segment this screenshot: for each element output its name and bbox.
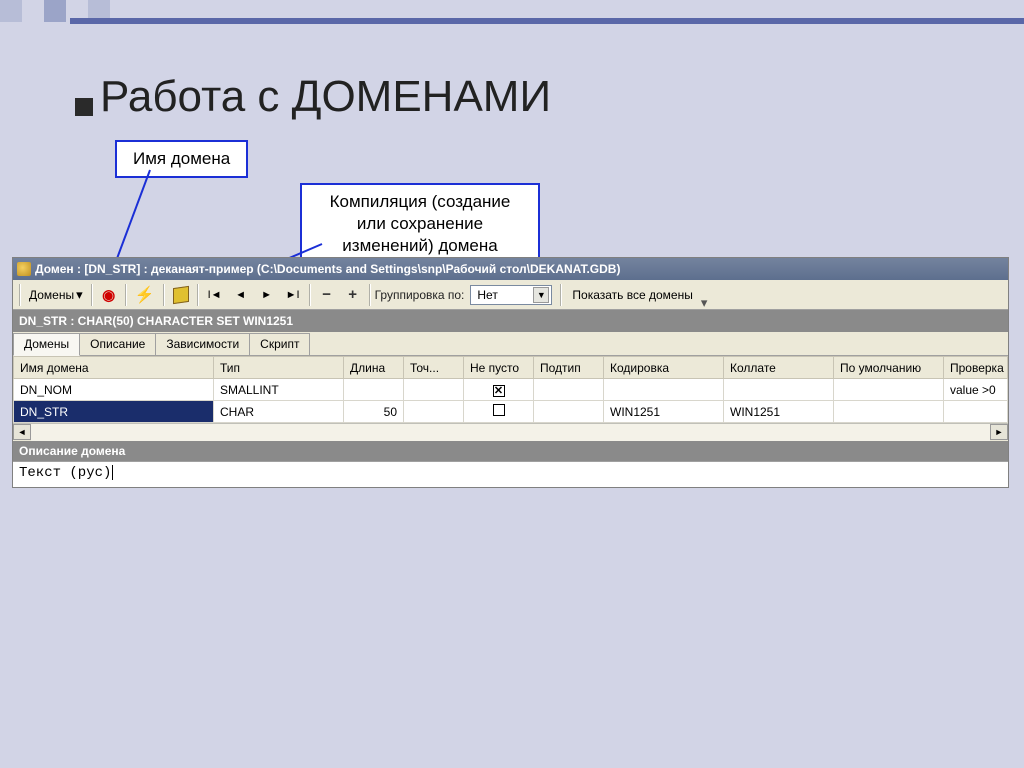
toolbar: Домены ▾ ◉ ⚡ I◄ ◄ ► ►I − + Группировка п… <box>13 280 1008 310</box>
cell[interactable] <box>534 379 604 401</box>
domains-dropdown-label: Домены <box>29 288 74 302</box>
cell[interactable] <box>834 379 944 401</box>
cell[interactable] <box>604 379 724 401</box>
compile-button[interactable]: ⚡ <box>131 283 159 307</box>
cell[interactable]: WIN1251 <box>604 401 724 423</box>
object-button[interactable] <box>169 283 193 307</box>
minus-icon: − <box>322 286 331 303</box>
plus-icon: + <box>348 286 357 303</box>
cell[interactable] <box>834 401 944 423</box>
add-button[interactable]: + <box>341 283 365 307</box>
description-textarea[interactable]: Текст (рус) <box>13 461 1008 487</box>
col-precision[interactable]: Точ... <box>404 357 464 379</box>
col-collate[interactable]: Коллате <box>724 357 834 379</box>
domains-dropdown-button[interactable]: Домены ▾ <box>25 283 87 307</box>
table-row[interactable]: DN_STRCHAR50 WIN1251WIN1251 <box>14 401 1008 423</box>
group-by-value: Нет <box>477 288 527 302</box>
checkbox-icon[interactable]: ✕ <box>493 385 505 397</box>
decoration-bullet <box>75 98 93 116</box>
col-name[interactable]: Имя домена <box>14 357 214 379</box>
cell[interactable] <box>944 401 1008 423</box>
nav-last-button[interactable]: ►I <box>281 283 305 307</box>
nav-prev-button[interactable]: ◄ <box>229 283 253 307</box>
scroll-right-icon[interactable]: ► <box>990 424 1008 440</box>
cell[interactable] <box>404 379 464 401</box>
chevron-down-icon: ▼ <box>533 287 549 303</box>
col-check[interactable]: Проверка <box>944 357 1008 379</box>
group-by-label: Группировка по: <box>375 288 465 302</box>
description-text: Текст (рус) <box>19 465 111 481</box>
domain-summary-strip: DN_STR : CHAR(50) CHARACTER SET WIN1251 <box>13 310 1008 332</box>
text-caret <box>112 465 113 480</box>
alert-button[interactable]: ◉ <box>97 283 121 307</box>
scroll-left-icon[interactable]: ◄ <box>13 424 31 440</box>
cell[interactable]: 50 <box>344 401 404 423</box>
table-row[interactable]: DN_NOMSMALLINT ✕ value >0 <box>14 379 1008 401</box>
tab-script[interactable]: Скрипт <box>249 333 310 355</box>
domain-window: Домен : [DN_STR] : деканаят-пример (C:\D… <box>12 257 1009 488</box>
decoration-stripe <box>70 18 1024 24</box>
show-all-label: Показать все домены <box>572 288 692 302</box>
nav-first-button[interactable]: I◄ <box>203 283 227 307</box>
window-titlebar: Домен : [DN_STR] : деканаят-пример (C:\D… <box>13 258 1008 280</box>
cell[interactable]: ✕ <box>464 379 534 401</box>
cell[interactable] <box>404 401 464 423</box>
tab-description[interactable]: Описание <box>79 333 156 355</box>
show-all-domains-button[interactable]: Показать все домены <box>566 283 698 307</box>
domains-table[interactable]: Имя домена Тип Длина Точ... Не пусто Под… <box>13 356 1008 423</box>
tab-domains[interactable]: Домены <box>13 333 80 356</box>
domain-icon <box>17 262 31 276</box>
chevron-down-icon: ▾ <box>76 288 83 301</box>
exclamation-icon: ◉ <box>102 286 115 304</box>
tab-dependencies[interactable]: Зависимости <box>155 333 250 355</box>
cell[interactable]: CHAR <box>214 401 344 423</box>
description-label: Описание домена <box>13 441 1008 461</box>
last-icon: ►I <box>286 289 300 301</box>
nav-next-button[interactable]: ► <box>255 283 279 307</box>
overflow-icon[interactable]: ▾ <box>701 296 708 309</box>
callout-domain-name: Имя домена <box>115 140 248 178</box>
cube-icon <box>173 285 189 303</box>
col-type[interactable]: Тип <box>214 357 344 379</box>
tabstrip: Домены Описание Зависимости Скрипт <box>13 332 1008 356</box>
next-icon: ► <box>261 289 272 301</box>
checkbox-icon[interactable] <box>493 404 505 416</box>
cell[interactable]: SMALLINT <box>214 379 344 401</box>
scroll-track[interactable] <box>31 424 990 441</box>
cell[interactable] <box>534 401 604 423</box>
cell[interactable]: DN_NOM <box>14 379 214 401</box>
col-encoding[interactable]: Кодировка <box>604 357 724 379</box>
col-length[interactable]: Длина <box>344 357 404 379</box>
col-notnull[interactable]: Не пусто <box>464 357 534 379</box>
cell[interactable]: value >0 <box>944 379 1008 401</box>
cell[interactable] <box>344 379 404 401</box>
callout-compile: Компиляция (создание или сохранение изме… <box>300 183 540 265</box>
horizontal-scrollbar[interactable]: ◄ ► <box>13 423 1008 441</box>
lightning-icon: ⚡ <box>135 285 155 305</box>
col-subtype[interactable]: Подтип <box>534 357 604 379</box>
cell[interactable] <box>724 379 834 401</box>
remove-button[interactable]: − <box>315 283 339 307</box>
first-icon: I◄ <box>208 289 222 301</box>
cell[interactable]: DN_STR <box>14 401 214 423</box>
cell[interactable]: WIN1251 <box>724 401 834 423</box>
table-header-row: Имя домена Тип Длина Точ... Не пусто Под… <box>14 357 1008 379</box>
prev-icon: ◄ <box>235 289 246 301</box>
col-default[interactable]: По умолчанию <box>834 357 944 379</box>
cell[interactable] <box>464 401 534 423</box>
slide-title: Работа с ДОМЕНАМИ <box>100 72 551 122</box>
window-title: Домен : [DN_STR] : деканаят-пример (C:\D… <box>35 262 620 276</box>
group-by-select[interactable]: Нет ▼ <box>470 285 552 305</box>
